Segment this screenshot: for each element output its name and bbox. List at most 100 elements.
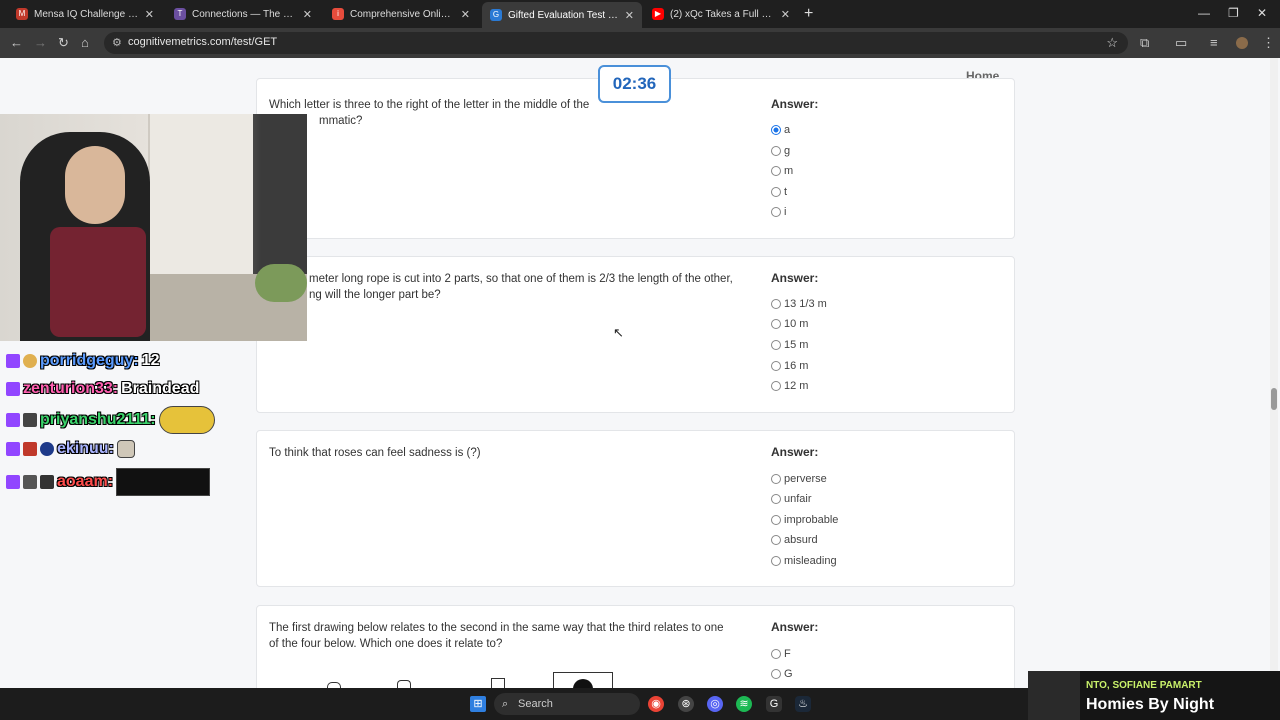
forward-icon[interactable]: → <box>34 35 47 50</box>
menu-icon[interactable]: ⋮ <box>1262 35 1275 51</box>
option-label: F <box>784 648 791 660</box>
tab-connections[interactable]: T Connections — The New York Ti ✕ <box>166 3 320 25</box>
close-icon[interactable]: ✕ <box>625 9 634 22</box>
answer-option[interactable]: perverse <box>771 473 827 485</box>
close-icon[interactable]: ✕ <box>145 8 154 21</box>
home-icon[interactable]: ⌂ <box>81 35 89 50</box>
chat-text: Braindead <box>121 380 200 397</box>
site-info-icon[interactable]: ⚙ <box>112 36 122 49</box>
radio-button[interactable] <box>771 125 781 135</box>
answer-option[interactable]: improbable <box>771 514 838 526</box>
radio-button[interactable] <box>771 535 781 545</box>
close-icon[interactable]: ✕ <box>781 8 790 21</box>
option-label: m <box>784 165 794 177</box>
answer-option[interactable]: absurd <box>771 534 818 546</box>
tab-mensa[interactable]: M Mensa IQ Challenge – Mensa In ✕ <box>8 3 162 25</box>
answer-option[interactable]: unfair <box>771 493 812 505</box>
discord-icon[interactable]: ◎ <box>707 696 723 712</box>
tab-title: Comprehensive Online IQ Test <box>350 8 455 20</box>
option-label: 10 m <box>784 318 809 330</box>
back-icon[interactable]: ← <box>10 35 23 50</box>
radio-button[interactable] <box>771 340 781 350</box>
answer-label: Answer: <box>771 620 819 634</box>
answer-option[interactable]: m <box>771 165 793 177</box>
answer-option[interactable]: 15 m <box>771 339 808 351</box>
radio-button[interactable] <box>771 556 781 566</box>
badge-icon <box>23 413 37 427</box>
new-tab-button[interactable]: + <box>804 5 813 23</box>
bookmark-star-icon[interactable]: ☆ <box>1106 35 1118 51</box>
radio-button[interactable] <box>771 649 781 659</box>
option-label: perverse <box>784 473 827 485</box>
answer-option[interactable]: g <box>771 145 790 157</box>
address-bar[interactable]: ⚙ cognitivemetrics.com/test/GET ☆ <box>104 32 1128 54</box>
answer-option[interactable]: i <box>771 206 786 218</box>
webcam-overlay <box>0 114 307 341</box>
mensa-icon: M <box>16 8 28 20</box>
reload-icon[interactable]: ↻ <box>58 35 69 51</box>
radio-button[interactable] <box>771 474 781 484</box>
radio-button[interactable] <box>771 381 781 391</box>
answer-option[interactable]: 10 m <box>771 318 808 330</box>
close-icon[interactable]: ✕ <box>461 8 470 21</box>
radio-button[interactable] <box>771 319 781 329</box>
tab-youtube[interactable]: ▶ (2) xQc Takes a Full Scale IQ Tes ✕ <box>644 3 798 25</box>
answer-option[interactable]: t <box>771 186 787 198</box>
answer-option[interactable]: G <box>771 668 793 680</box>
chrome-icon[interactable]: ◉ <box>648 696 664 712</box>
tab-title: Connections — The New York Ti <box>192 8 297 20</box>
emote-icon <box>158 406 215 434</box>
steam-icon[interactable]: ♨ <box>795 696 811 712</box>
extensions-icon[interactable]: ⧉ <box>1140 35 1149 51</box>
profile-avatar[interactable] <box>1236 37 1248 49</box>
radio-button[interactable] <box>771 494 781 504</box>
answer-option[interactable]: 13 1/3 m <box>771 298 827 310</box>
scrollbar-thumb[interactable] <box>1271 388 1277 410</box>
radio-button[interactable] <box>771 515 781 525</box>
badge-icon <box>23 354 37 368</box>
webcam-background <box>148 114 253 284</box>
radio-button[interactable] <box>771 166 781 176</box>
tab-iq-test[interactable]: i Comprehensive Online IQ Test ✕ <box>324 3 478 25</box>
page-scrollbar[interactable] <box>1270 58 1278 688</box>
iq-icon: i <box>332 8 344 20</box>
question-text: The first drawing below relates to the s… <box>269 620 755 652</box>
minimize-icon[interactable]: — <box>1198 6 1210 20</box>
answer-option[interactable]: 12 m <box>771 380 808 392</box>
figure-frame <box>553 672 613 688</box>
question-card: To think that roses can feel sadness is … <box>256 430 1015 587</box>
windows-start-icon[interactable]: ⊞ <box>470 696 486 712</box>
chat-username: ekinuu: <box>57 440 114 457</box>
radio-button[interactable] <box>771 299 781 309</box>
option-label: a <box>784 124 791 136</box>
badge-icon <box>40 475 54 489</box>
answer-option[interactable]: misleading <box>771 555 837 567</box>
tab-gifted-evaluation[interactable]: G Gifted Evaluation Test - Quick, A ✕ <box>482 2 642 28</box>
answer-option[interactable]: a <box>771 124 790 136</box>
subscriber-badge-icon <box>6 475 20 489</box>
cognitive-icon: G <box>490 9 502 21</box>
app-icon[interactable]: ⊛ <box>678 696 694 712</box>
taskbar-search[interactable]: ⌕ Search <box>494 693 640 715</box>
chat-message: porridgeguy: 12 <box>6 352 159 370</box>
radio-button[interactable] <box>771 669 781 679</box>
option-label: absurd <box>784 534 818 546</box>
maximize-icon[interactable]: ❐ <box>1228 6 1239 20</box>
option-label: t <box>784 186 788 198</box>
app-icon[interactable]: G <box>766 696 782 712</box>
question-text: meter long rope is cut into 2 parts, so … <box>269 271 755 303</box>
radio-button[interactable] <box>771 361 781 371</box>
subscriber-badge-icon <box>6 354 20 368</box>
radio-button[interactable] <box>771 146 781 156</box>
spotify-icon[interactable]: ≋ <box>736 696 752 712</box>
streamer-shirt <box>50 227 146 337</box>
answer-option[interactable]: 16 m <box>771 360 808 372</box>
answer-option[interactable]: F <box>771 648 791 660</box>
close-icon[interactable]: ✕ <box>303 8 312 21</box>
window-close-icon[interactable]: ✕ <box>1257 6 1267 20</box>
radio-button[interactable] <box>771 207 781 217</box>
radio-button[interactable] <box>771 187 781 197</box>
webcam-background <box>255 264 307 302</box>
cast-icon[interactable]: ▭ <box>1175 35 1187 51</box>
media-icon[interactable]: ≡ <box>1210 35 1218 50</box>
